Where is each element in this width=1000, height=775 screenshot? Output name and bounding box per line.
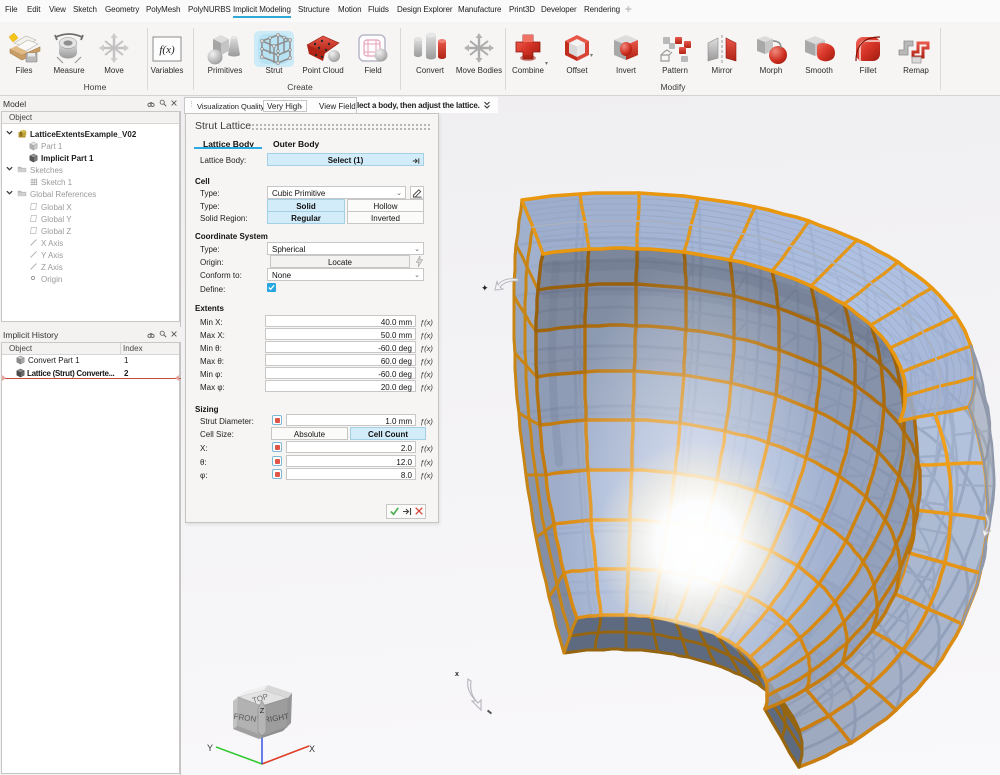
svg-text:f(x): f(x)	[159, 44, 175, 56]
svg-text:Z: Z	[260, 706, 265, 715]
